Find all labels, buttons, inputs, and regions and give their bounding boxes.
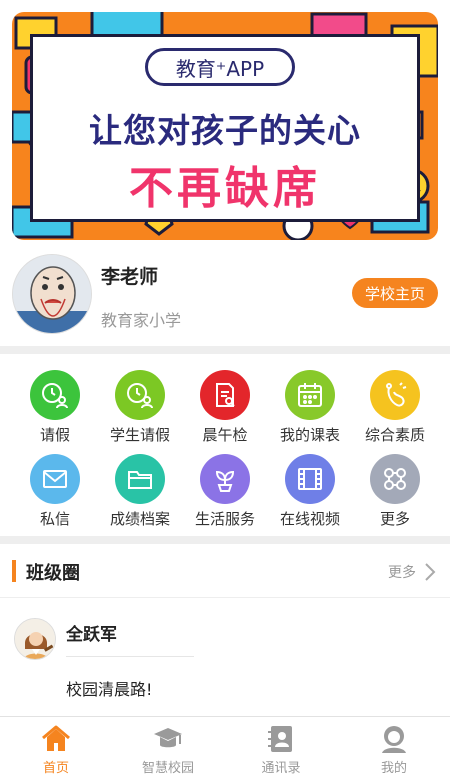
promo-banner[interactable]: 教育⁺APP 让您对孩子的关心 不再缺席 bbox=[12, 12, 438, 240]
quality-icon bbox=[370, 370, 420, 420]
divider bbox=[0, 346, 450, 354]
grid-item-label: 学生请假 bbox=[109, 426, 170, 444]
banner-headline: 让您对孩子的关心 bbox=[89, 111, 361, 150]
function-grid: 请假 学生请假 晨午检 我的课表 综合素质 私信 成绩档案 生活服务 在线视频 … bbox=[0, 354, 450, 536]
calendar-icon bbox=[285, 370, 335, 420]
tab-mine[interactable]: 我的 bbox=[338, 717, 450, 777]
folder-icon bbox=[115, 454, 165, 504]
grid-item-label: 更多 bbox=[379, 510, 410, 528]
grid-item-label: 生活服务 bbox=[194, 510, 255, 528]
tab-label: 首页 bbox=[42, 761, 69, 776]
home-icon bbox=[40, 723, 72, 755]
campus-icon bbox=[152, 723, 184, 755]
tab-label: 智慧校园 bbox=[141, 761, 194, 776]
health-check-icon bbox=[200, 370, 250, 420]
grid-item-life-service[interactable]: 生活服务 bbox=[180, 454, 270, 529]
banner-app-pill: 教育⁺APP bbox=[145, 48, 295, 86]
grid-item-label: 成绩档案 bbox=[109, 510, 170, 528]
teacher-name: 李老师 bbox=[101, 266, 159, 288]
plant-icon bbox=[200, 454, 250, 504]
grid-item-label: 私信 bbox=[39, 510, 70, 528]
grid-item-grades[interactable]: 成绩档案 bbox=[95, 454, 185, 529]
mail-icon bbox=[30, 454, 80, 504]
author-avatar[interactable] bbox=[14, 618, 56, 660]
contacts-icon bbox=[265, 723, 297, 755]
grid-item-schedule[interactable]: 我的课表 bbox=[265, 370, 355, 445]
grid-item-label: 晨午检 bbox=[202, 426, 248, 444]
divider bbox=[66, 656, 194, 657]
grid-item-messages[interactable]: 私信 bbox=[10, 454, 100, 529]
chevron-right-icon[interactable] bbox=[424, 562, 436, 586]
class-post[interactable]: 全跃军 校园清晨路! bbox=[0, 598, 450, 716]
more-apps-icon bbox=[370, 454, 420, 504]
grid-item-leave[interactable]: 请假 bbox=[10, 370, 100, 445]
grid-item-label: 请假 bbox=[39, 426, 70, 444]
grid-item-label: 在线视频 bbox=[279, 510, 340, 528]
divider bbox=[0, 536, 450, 544]
grid-item-video[interactable]: 在线视频 bbox=[265, 454, 355, 529]
post-author-name: 全跃军 bbox=[66, 625, 117, 645]
school-name: 教育家小学 bbox=[101, 311, 182, 330]
tab-smart-campus[interactable]: 智慧校园 bbox=[112, 717, 224, 777]
tab-home[interactable]: 首页 bbox=[0, 717, 112, 777]
profile-card: 李老师 教育家小学 学校主页 bbox=[0, 240, 450, 346]
student-leave-icon bbox=[115, 370, 165, 420]
grid-item-student-leave[interactable]: 学生请假 bbox=[95, 370, 185, 445]
post-text: 校园清晨路! bbox=[66, 680, 153, 699]
grid-item-health-check[interactable]: 晨午检 bbox=[180, 370, 270, 445]
tab-label: 通讯录 bbox=[261, 761, 301, 776]
grid-item-quality[interactable]: 综合素质 bbox=[350, 370, 440, 445]
class-circle-title: 班级圈 bbox=[26, 563, 80, 584]
teacher-avatar[interactable] bbox=[12, 254, 92, 334]
school-homepage-button[interactable]: 学校主页 bbox=[352, 278, 438, 308]
banner-subheadline: 不再缺席 bbox=[129, 163, 321, 214]
film-icon bbox=[285, 454, 335, 504]
bottom-tab-bar: 首页 智慧校园 通讯录 我的 bbox=[0, 716, 450, 777]
tab-label: 我的 bbox=[380, 761, 407, 776]
class-circle-more-link[interactable]: 更多 bbox=[388, 562, 416, 582]
leave-clock-icon bbox=[30, 370, 80, 420]
grid-item-more[interactable]: 更多 bbox=[350, 454, 440, 529]
class-circle-header: 班级圈 更多 bbox=[0, 544, 450, 598]
section-accent-bar bbox=[12, 560, 16, 582]
grid-item-label: 综合素质 bbox=[364, 426, 425, 444]
grid-item-label: 我的课表 bbox=[279, 426, 340, 444]
profile-icon bbox=[378, 723, 410, 755]
tab-contacts[interactable]: 通讯录 bbox=[225, 717, 337, 777]
